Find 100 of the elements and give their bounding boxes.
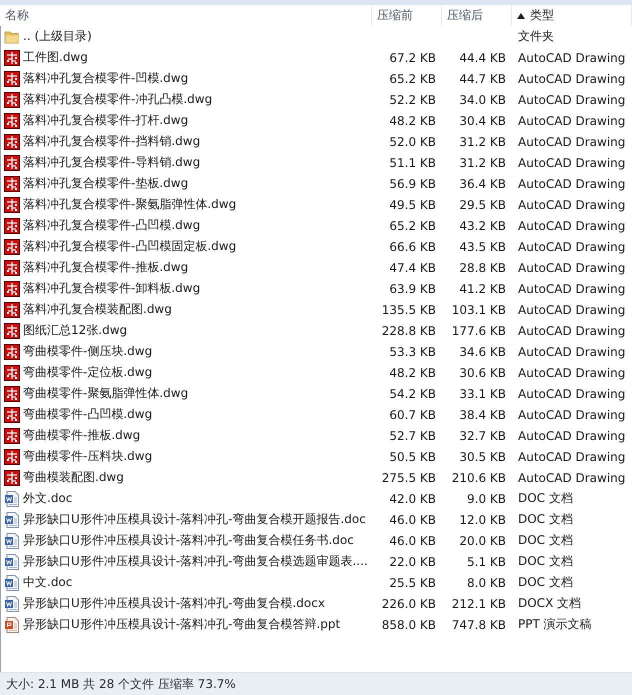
document-file-icon	[4, 512, 20, 528]
drawing-file-icon	[4, 218, 20, 234]
drawing-file-icon	[4, 280, 20, 296]
file-type: AutoCAD Drawing	[518, 450, 626, 464]
file-name[interactable]: .. (上级目录)	[23, 28, 92, 45]
file-name[interactable]: 外文.doc	[23, 490, 72, 507]
file-name[interactable]: 落料冲孔复合模装配图.dwg	[23, 301, 172, 318]
drawing-file-icon	[4, 112, 20, 128]
drawing-file-icon	[4, 386, 20, 402]
drawing-file-icon	[4, 448, 20, 464]
drawing-file-icon	[4, 364, 20, 380]
presentation-file-icon	[4, 616, 20, 632]
compressed-size: 36.4 KB	[459, 176, 506, 190]
compressed-size: 5.1 KB	[467, 554, 506, 568]
original-size: 275.5 KB	[382, 470, 436, 484]
compressed-size: 9.0 KB	[467, 492, 506, 506]
file-name[interactable]: 弯曲模零件-侧压块.dwg	[23, 343, 152, 360]
document-file-icon	[4, 532, 20, 548]
original-size: 48.2 KB	[389, 114, 436, 128]
file-name[interactable]: 图纸汇总12张.dwg	[23, 322, 128, 339]
original-size: 63.9 KB	[389, 282, 436, 296]
file-name[interactable]: 弯曲模零件-定位板.dwg	[23, 364, 152, 381]
compressed-size: 30.6 KB	[459, 366, 506, 380]
file-name[interactable]: 落料冲孔复合模零件-挡料销.dwg	[23, 133, 200, 150]
drawing-file-icon	[4, 238, 20, 254]
file-type: DOC 文档	[518, 574, 573, 591]
original-size: 51.1 KB	[389, 156, 436, 170]
compressed-size: 210.6 KB	[452, 470, 506, 484]
file-type: AutoCAD Drawing	[518, 114, 626, 128]
drawing-file-icon	[4, 406, 20, 422]
drawing-file-icon	[4, 134, 20, 150]
original-size: 858.0 KB	[382, 618, 436, 632]
file-type: AutoCAD Drawing	[518, 366, 626, 380]
file-type: AutoCAD Drawing	[518, 386, 626, 400]
file-name[interactable]: 异形缺口U形件冲压模具设计-落料冲孔-弯曲复合模选题审题表....	[23, 553, 368, 570]
file-name[interactable]: 弯曲模零件-聚氨脂弹性体.dwg	[23, 385, 188, 402]
file-name[interactable]: 落料冲孔复合模零件-导料销.dwg	[23, 154, 200, 171]
compressed-size: 32.7 KB	[459, 428, 506, 442]
file-name[interactable]: 工件图.dwg	[23, 49, 88, 66]
file-name[interactable]: 落料冲孔复合模零件-打杆.dwg	[23, 112, 188, 129]
file-name[interactable]: 中文.doc	[23, 574, 72, 591]
file-type: DOCX 文档	[518, 595, 582, 612]
compressed-size: 103.1 KB	[452, 302, 506, 316]
original-size: 66.6 KB	[389, 240, 436, 254]
compressed-size: 31.2 KB	[459, 134, 506, 148]
document-file-icon	[4, 596, 20, 612]
file-name[interactable]: 落料冲孔复合模零件-推板.dwg	[23, 259, 188, 276]
drawing-file-icon	[4, 154, 20, 170]
file-type: AutoCAD Drawing	[518, 240, 626, 254]
drawing-file-icon	[4, 428, 20, 444]
drawing-file-icon	[4, 176, 20, 192]
file-type: AutoCAD Drawing	[518, 282, 626, 296]
file-name[interactable]: 异形缺口U形件冲压模具设计-落料冲孔-弯曲复合模开题报告.doc	[23, 511, 366, 528]
compressed-size: 34.6 KB	[459, 344, 506, 358]
file-type: AutoCAD Drawing	[518, 324, 626, 338]
compressed-size: 44.7 KB	[459, 72, 506, 86]
compressed-size: 20.0 KB	[459, 534, 506, 548]
file-name[interactable]: 落料冲孔复合模零件-垫板.dwg	[23, 175, 188, 192]
file-type: AutoCAD Drawing	[518, 428, 626, 442]
original-size: 46.0 KB	[389, 512, 436, 526]
file-name[interactable]: 落料冲孔复合模零件-聚氨脂弹性体.dwg	[23, 196, 236, 213]
file-type: AutoCAD Drawing	[518, 198, 626, 212]
compressed-size: 212.1 KB	[452, 596, 506, 610]
file-name[interactable]: 弯曲模零件-凸凹模.dwg	[23, 406, 152, 423]
file-name[interactable]: 落料冲孔复合模零件-冲孔凸模.dwg	[23, 91, 212, 108]
file-name[interactable]: 弯曲模装配图.dwg	[23, 469, 124, 486]
document-file-icon	[4, 554, 20, 570]
document-file-icon	[4, 490, 20, 506]
drawing-file-icon	[4, 196, 20, 212]
drawing-file-icon	[4, 70, 20, 86]
compressed-size: 41.2 KB	[459, 282, 506, 296]
original-size: 42.0 KB	[389, 492, 436, 506]
original-size: 65.2 KB	[389, 218, 436, 232]
file-name[interactable]: 落料冲孔复合模零件-凹模.dwg	[23, 70, 188, 87]
folder-icon	[4, 28, 20, 44]
compressed-size: 747.8 KB	[452, 618, 506, 632]
original-size: 135.5 KB	[382, 302, 436, 316]
file-name[interactable]: 异形缺口U形件冲压模具设计-落料冲孔-弯曲复合模答辩.ppt	[23, 616, 340, 633]
file-name[interactable]: 异形缺口U形件冲压模具设计-落料冲孔-弯曲复合模任务书.doc	[23, 532, 354, 549]
file-type: AutoCAD Drawing	[518, 134, 626, 148]
drawing-file-icon	[4, 344, 20, 360]
original-size: 48.2 KB	[389, 366, 436, 380]
file-name[interactable]: 落料冲孔复合模零件-凸凹模固定板.dwg	[23, 238, 236, 255]
compressed-size: 43.2 KB	[459, 218, 506, 232]
file-type: AutoCAD Drawing	[518, 72, 626, 86]
original-size: 52.0 KB	[389, 134, 436, 148]
original-size: 65.2 KB	[389, 72, 436, 86]
file-type: 文件夹	[518, 28, 554, 45]
original-size: 52.2 KB	[389, 92, 436, 106]
compressed-size: 44.4 KB	[459, 50, 506, 64]
file-name[interactable]: 弯曲模零件-压料块.dwg	[23, 448, 152, 465]
file-name[interactable]: 异形缺口U形件冲压模具设计-落料冲孔-弯曲复合模.docx	[23, 595, 325, 612]
original-size: 228.8 KB	[382, 324, 436, 338]
compressed-size: 28.8 KB	[459, 260, 506, 274]
file-type: AutoCAD Drawing	[518, 156, 626, 170]
original-size: 54.2 KB	[389, 386, 436, 400]
file-name[interactable]: 落料冲孔复合模零件-凸凹模.dwg	[23, 217, 200, 234]
compressed-size: 30.5 KB	[459, 450, 506, 464]
file-name[interactable]: 弯曲模零件-推板.dwg	[23, 427, 140, 444]
file-name[interactable]: 落料冲孔复合模零件-卸料板.dwg	[23, 280, 200, 297]
